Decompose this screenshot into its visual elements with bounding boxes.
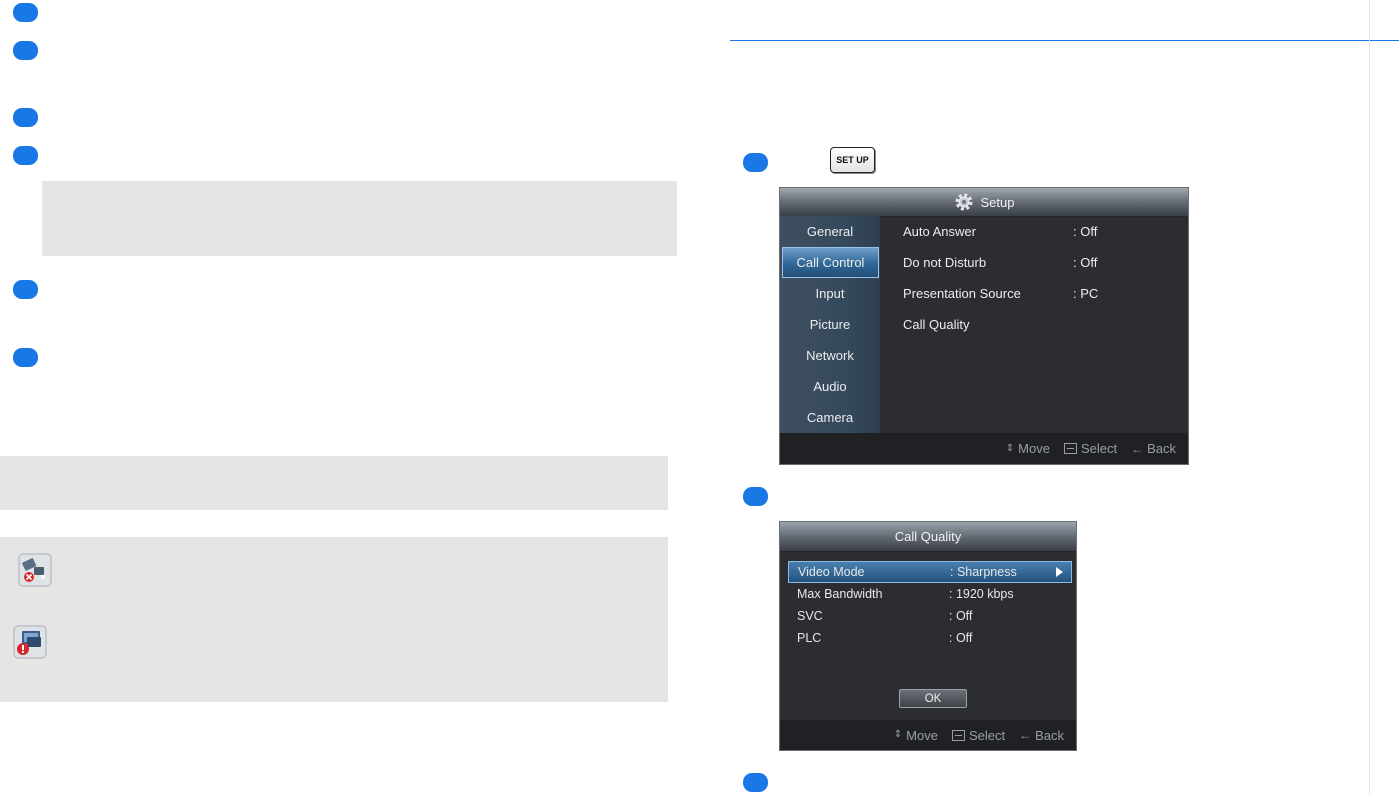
hint-move: ⇕ Move (1006, 441, 1050, 456)
back-arrow-icon: ← (1019, 728, 1032, 742)
display-warning-icon (13, 625, 47, 659)
hint-select-label: Select (968, 727, 1006, 743)
enter-icon (951, 729, 965, 741)
step-bullet-2 (13, 41, 38, 60)
step-bullet-1 (13, 3, 38, 22)
hint-move-label: Move (1018, 441, 1050, 456)
arrow-right-icon (1056, 567, 1063, 577)
gear-icon (955, 193, 972, 211)
setting-value: : Off (1073, 255, 1098, 270)
note-box-1 (42, 181, 677, 256)
step-bullet-4 (13, 146, 38, 165)
hint-move: ⇕ Move (894, 728, 938, 743)
step-bullet-r1 (743, 153, 768, 172)
setup-titlebar: Setup (780, 188, 1188, 217)
menu-item-camera[interactable]: Camera (780, 402, 880, 433)
setting-row-call-quality[interactable]: Call Quality (903, 309, 1173, 340)
setting-label: Do not Disturb (903, 255, 987, 270)
hint-back: ← Back (1019, 728, 1064, 743)
back-arrow-icon: ← (1131, 441, 1144, 456)
setting-label: Presentation Source (903, 286, 1021, 301)
step-bullet-6 (13, 348, 38, 367)
quality-label: PLC (797, 631, 822, 645)
quality-row-svc[interactable]: SVC : Off (788, 605, 1072, 627)
call-quality-footer: ⇕ Move Select ← Back (780, 720, 1076, 750)
quality-value: : 1920 kbps (949, 587, 1014, 601)
quality-value: : Sharpness (950, 565, 1017, 579)
hint-back-label: Back (1147, 441, 1176, 456)
quality-value: : Off (949, 609, 973, 623)
note-box-2 (0, 456, 668, 510)
setting-label: Auto Answer (903, 224, 976, 239)
hint-move-label: Move (906, 727, 938, 743)
setting-row-do-not-disturb[interactable]: Do not Disturb : Off (903, 247, 1173, 278)
setup-footer: ⇕ Move Select ← Back (780, 433, 1188, 464)
step-bullet-3 (13, 108, 38, 127)
menu-item-audio[interactable]: Audio (780, 371, 880, 402)
hint-select-label: Select (1080, 441, 1118, 456)
setting-row-presentation-source[interactable]: Presentation Source : PC (903, 278, 1173, 309)
hint-back-label: Back (1035, 727, 1064, 743)
call-quality-screen: Call Quality Video Mode : Sharpness Max … (779, 521, 1077, 751)
up-down-arrow-icon: ⇕ (893, 729, 903, 740)
enter-icon (1063, 443, 1077, 454)
step-bullet-r2 (743, 487, 768, 506)
setup-menu: General Call Control Input Picture Netwo… (780, 216, 880, 433)
call-quality-titlebar: Call Quality (780, 522, 1076, 552)
quality-label: Video Mode (798, 565, 865, 579)
setting-label: Call Quality (903, 317, 970, 332)
quality-row-max-bandwidth[interactable]: Max Bandwidth : 1920 kbps (788, 583, 1072, 605)
hint-select: Select (951, 727, 1006, 743)
section-rule (730, 40, 1399, 41)
note-box-3 (0, 537, 668, 702)
setting-row-auto-answer[interactable]: Auto Answer : Off (903, 216, 1173, 247)
up-down-arrow-icon: ⇕ (1005, 442, 1015, 454)
setup-key-icon: SET UP (830, 147, 875, 173)
call-quality-title: Call Quality (894, 529, 962, 544)
quality-label: SVC (797, 609, 823, 623)
hint-back: ← Back (1131, 441, 1176, 456)
menu-item-general[interactable]: General (780, 216, 880, 247)
step-bullet-r3 (743, 773, 768, 792)
menu-item-picture[interactable]: Picture (780, 309, 880, 340)
quality-label: Max Bandwidth (797, 587, 883, 601)
quality-value: : Off (949, 631, 973, 645)
setting-value: : PC (1073, 286, 1099, 301)
menu-item-call-control[interactable]: Call Control (782, 247, 879, 278)
menu-item-input[interactable]: Input (780, 278, 880, 309)
page-divider (1369, 0, 1370, 795)
setting-value: : Off (1073, 224, 1098, 239)
network-disconnected-icon (18, 553, 52, 587)
hint-select: Select (1063, 441, 1118, 456)
ok-button[interactable]: OK (899, 689, 967, 708)
setup-title: Setup (980, 194, 1015, 210)
setup-screen: Setup General Call Control Input Picture… (779, 187, 1189, 465)
step-bullet-5 (13, 280, 38, 299)
menu-item-network[interactable]: Network (780, 340, 880, 371)
quality-row-video-mode[interactable]: Video Mode : Sharpness (788, 561, 1072, 583)
quality-row-plc[interactable]: PLC : Off (788, 627, 1072, 649)
